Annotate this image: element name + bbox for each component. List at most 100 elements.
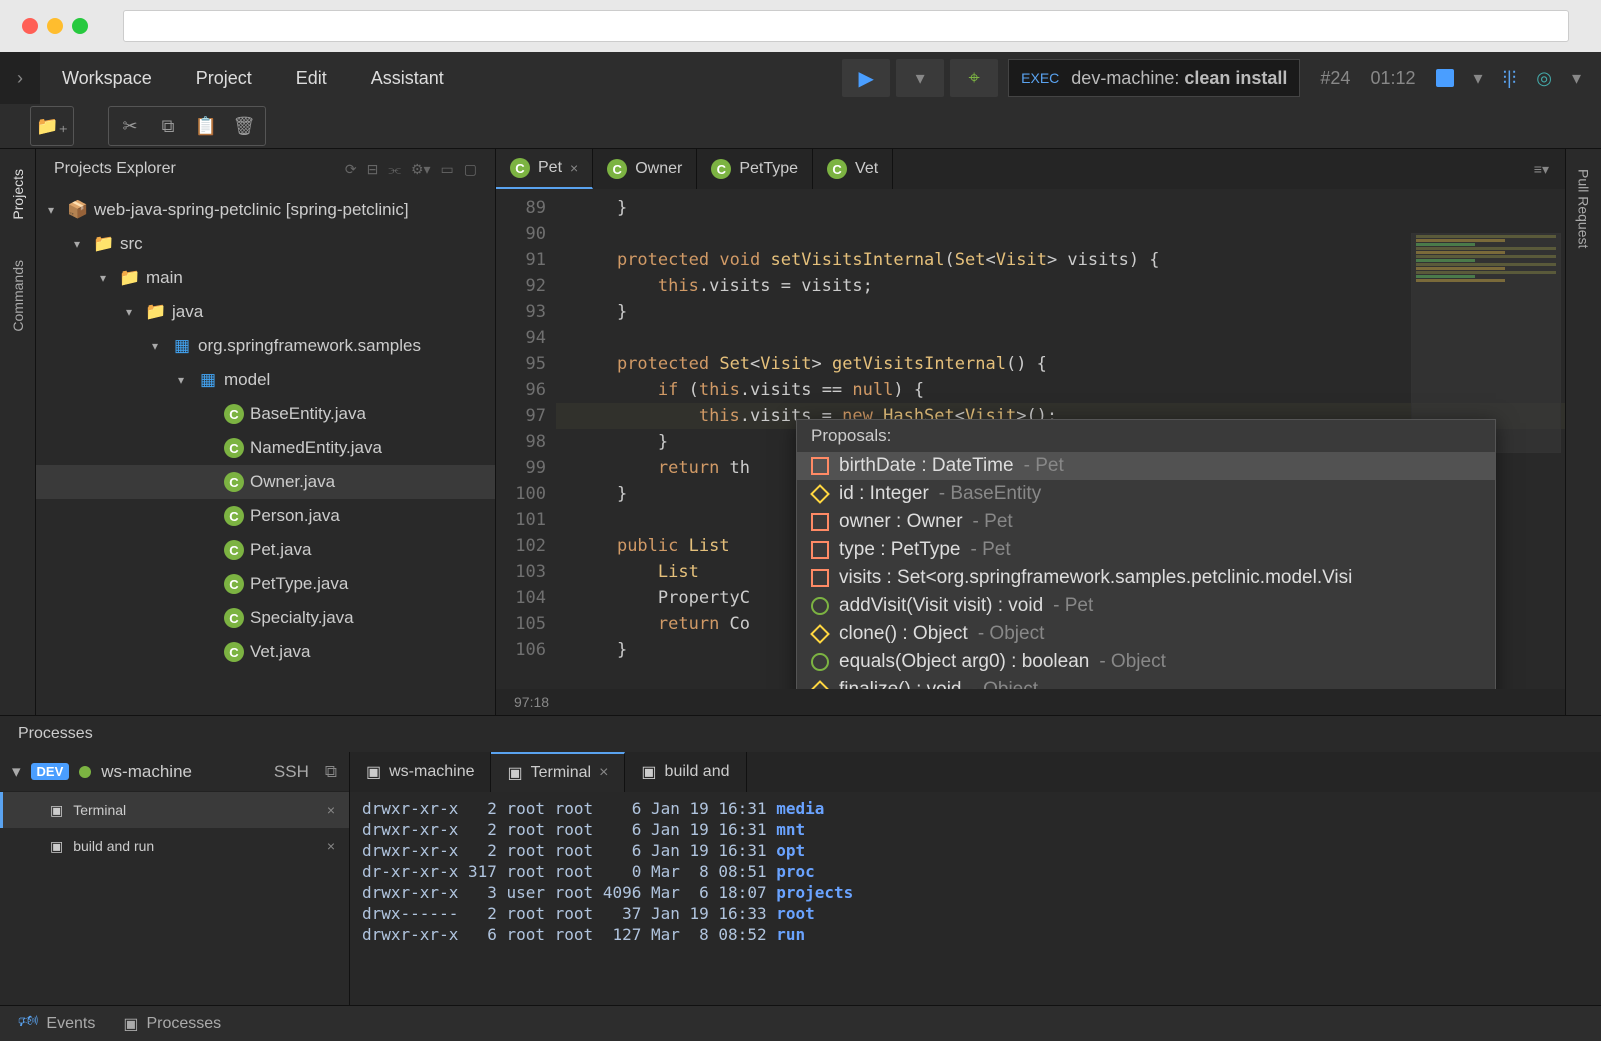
- bell-icon: 🕬: [18, 1010, 38, 1037]
- terminal-icon: ▣: [50, 802, 63, 819]
- tree-node[interactable]: ▾📁main: [36, 261, 495, 295]
- close-icon[interactable]: ×: [327, 838, 335, 854]
- tree-node[interactable]: CPet.java: [36, 533, 495, 567]
- projects-vertical-tab[interactable]: Projects: [10, 169, 26, 220]
- commands-vertical-tab[interactable]: Commands: [10, 260, 26, 332]
- exec-label: EXEC: [1021, 70, 1059, 86]
- paste-button[interactable]: 📋: [187, 109, 225, 143]
- proposal-text: addVisit(Visit visit) : void: [839, 595, 1043, 617]
- ssh-label[interactable]: SSH: [274, 762, 309, 782]
- tree-node-label: web-java-spring-petclinic [spring-petcli…: [94, 200, 409, 220]
- events-tab[interactable]: 🕬 Events: [18, 1010, 95, 1037]
- window-titlebar: [0, 0, 1601, 52]
- minimize-panel-icon[interactable]: ▢: [464, 161, 477, 178]
- proposal-origin: - Pet: [973, 511, 1013, 533]
- tree-node[interactable]: ▾📁src: [36, 227, 495, 261]
- tree-node-label: model: [224, 370, 270, 390]
- tree-node[interactable]: CPetType.java: [36, 567, 495, 601]
- terminal-tab[interactable]: ▣ws-machine: [350, 752, 491, 792]
- terminal-output[interactable]: drwxr-xr-x 2 root root 6 Jan 19 16:31 me…: [350, 792, 1601, 1005]
- menu-workspace[interactable]: Workspace: [40, 68, 174, 89]
- editor-tab[interactable]: CVet: [813, 149, 893, 189]
- close-icon[interactable]: ×: [327, 802, 335, 818]
- editor-tab[interactable]: CPetType: [697, 149, 813, 189]
- terminal-tabs: ▣ws-machine▣Terminal×▣build and: [350, 752, 1601, 792]
- terminal-icon: ▣: [50, 838, 63, 855]
- delete-button[interactable]: 🗑: [225, 109, 263, 143]
- debug-button[interactable]: ⌖: [950, 59, 998, 97]
- proposal-item[interactable]: type : PetType - Pet: [797, 536, 1495, 564]
- new-folder-button[interactable]: 📁₊: [33, 109, 71, 143]
- proposal-item[interactable]: visits : Set<org.springframework.samples…: [797, 564, 1495, 592]
- tree-node[interactable]: CSpecialty.java: [36, 601, 495, 635]
- close-window[interactable]: [22, 18, 38, 34]
- close-icon[interactable]: ×: [570, 160, 578, 176]
- target-icon[interactable]: ◎: [1536, 68, 1552, 89]
- split-icon[interactable]: ⫶|⫶: [1503, 68, 1517, 89]
- proposal-item[interactable]: equals(Object arg0) : boolean - Object: [797, 648, 1495, 676]
- proposal-origin: - Object: [972, 679, 1039, 689]
- refresh-icon[interactable]: ⟳: [345, 161, 357, 178]
- bug-icon: ⌖: [969, 67, 980, 90]
- maximize-window[interactable]: [72, 18, 88, 34]
- tree-node[interactable]: CBaseEntity.java: [36, 397, 495, 431]
- tree-node[interactable]: COwner.java: [36, 465, 495, 499]
- proposal-item[interactable]: id : Integer - BaseEntity: [797, 480, 1495, 508]
- proposal-text: id : Integer: [839, 483, 929, 505]
- editor-tab[interactable]: CPet×: [496, 149, 593, 189]
- proposal-item[interactable]: addVisit(Visit visit) : void - Pet: [797, 592, 1495, 620]
- stop-button[interactable]: [1436, 69, 1454, 87]
- proposal-item[interactable]: birthDate : DateTime - Pet: [797, 452, 1495, 480]
- terminal-small-icon[interactable]: ⧉: [325, 762, 337, 782]
- proposal-item[interactable]: finalize() : void - Object: [797, 676, 1495, 689]
- tree-node[interactable]: ▾▦org.springframework.samples: [36, 329, 495, 363]
- class-icon: C: [224, 574, 244, 594]
- folder-icon: 📁: [94, 234, 114, 254]
- tab-label: PetType: [739, 160, 798, 178]
- terminal-icon: ▣: [366, 762, 381, 782]
- tree-node[interactable]: ▾📁java: [36, 295, 495, 329]
- terminal-tab[interactable]: ▣Terminal×: [491, 752, 625, 792]
- tree-node[interactable]: ▾📦web-java-spring-petclinic [spring-petc…: [36, 193, 495, 227]
- run-sequence: #24: [1320, 68, 1350, 89]
- terminal-tab[interactable]: ▣build and: [625, 752, 746, 792]
- close-icon[interactable]: ×: [599, 764, 608, 782]
- field-icon: [811, 457, 829, 475]
- line-number-gutter: 8990919293949596979899100101102103104105…: [496, 189, 556, 689]
- processes-tab[interactable]: ▣ Processes: [123, 1014, 221, 1034]
- tree-arrow-icon: ▾: [152, 339, 166, 353]
- process-item[interactable]: ▣Terminal×: [0, 792, 349, 828]
- proposals-header: Proposals:: [797, 420, 1495, 452]
- tree-node[interactable]: CPerson.java: [36, 499, 495, 533]
- url-bar[interactable]: [123, 10, 1569, 42]
- view-icon[interactable]: ▭: [441, 161, 454, 178]
- menu-edit[interactable]: Edit: [274, 68, 349, 89]
- tree-node[interactable]: ▾▦model: [36, 363, 495, 397]
- run-button[interactable]: ▶: [842, 59, 890, 97]
- project-icon: 📦: [68, 200, 88, 220]
- exec-command-pill[interactable]: EXEC dev-machine: clean install: [1008, 59, 1300, 97]
- copy-button[interactable]: ⧉: [149, 109, 187, 143]
- editor-tab-options[interactable]: ≡▾: [1518, 149, 1565, 189]
- tree-node[interactable]: CNamedEntity.java: [36, 431, 495, 465]
- cut-button[interactable]: ✂: [111, 109, 149, 143]
- menu-project[interactable]: Project: [174, 68, 274, 89]
- process-item[interactable]: ▣build and run×: [0, 828, 349, 864]
- split-dropdown[interactable]: ▾: [896, 59, 944, 97]
- chevron-down-icon[interactable]: ▾: [1474, 68, 1483, 89]
- collapse-icon[interactable]: ⊟: [367, 161, 379, 178]
- pull-request-vertical-tab[interactable]: Pull Request: [1576, 169, 1592, 248]
- proposal-origin: - Pet: [1053, 595, 1093, 617]
- expand-menu-icon[interactable]: ›: [0, 52, 40, 104]
- tree-node[interactable]: CVet.java: [36, 635, 495, 669]
- menu-assistant[interactable]: Assistant: [349, 68, 466, 89]
- proposal-item[interactable]: clone() : Object - Object: [797, 620, 1495, 648]
- gear-icon[interactable]: ⚙▾: [411, 161, 431, 178]
- editor-tab[interactable]: COwner: [593, 149, 697, 189]
- machine-row[interactable]: ▾ DEV ws-machine SSH ⧉: [0, 752, 349, 792]
- chevron-down-icon[interactable]: ▾: [1572, 68, 1581, 89]
- link-icon[interactable]: ⫘: [388, 161, 401, 178]
- proposal-item[interactable]: owner : Owner - Pet: [797, 508, 1495, 536]
- minimize-window[interactable]: [47, 18, 63, 34]
- right-vertical-tabs: Pull Request: [1565, 149, 1601, 715]
